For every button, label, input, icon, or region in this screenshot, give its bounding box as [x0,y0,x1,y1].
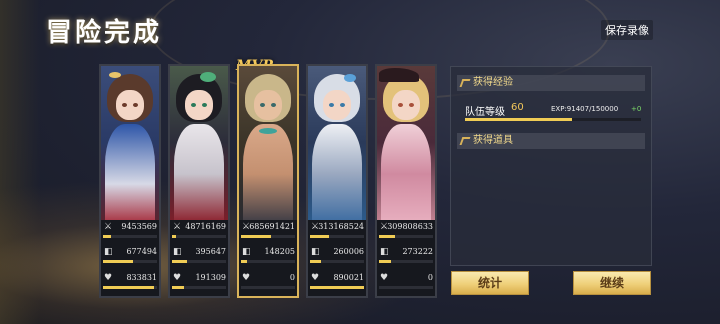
damage-dealt-row: ⚔ 309808633 [377,220,435,246]
damage-dealt-value: 313168524 [318,222,364,231]
damage-bar [172,235,177,238]
damage-taken-value: 273222 [402,247,433,256]
damage-taken-row: ◧ 273222 [377,245,435,271]
damage-dealt-row: ⚔ 685691421 [239,220,297,246]
taken-bar [379,260,391,263]
healing-value: 0 [289,273,295,282]
sword-icon: ⚔ [104,222,113,232]
damage-bar [310,235,329,238]
healing-row: ♥ 0 [239,271,297,296]
healing-value: 0 [427,273,433,282]
hero-stats: ⚔ 48716169 ◧ 395647 ♥ 191309 [170,220,228,296]
exp-gain: +0 [631,105,642,113]
hero-card-3[interactable]: ⚔ 685691421 ◧ 148205 ♥ 0 [237,64,299,298]
damage-taken-value: 677494 [126,247,157,256]
damage-bar [103,235,111,238]
exp-value: EXP:91407/150000 [551,105,619,113]
hero-card-4[interactable]: ⚔ 313168524 ◧ 260006 ♥ 890021 [306,64,368,298]
healing-value: 191309 [195,273,226,282]
heart-icon: ♥ [104,273,113,283]
shield-icon: ◧ [380,247,389,257]
damage-taken-row: ◧ 677494 [101,245,159,271]
sword-icon: ⚔ [173,222,182,232]
heart-icon: ♥ [311,273,320,283]
chevron-icon [459,137,471,145]
rewards-panel: 获得经验 队伍等级 60 EXP:91407/150000 +0 获得道具 [450,66,652,266]
healing-value: 890021 [333,273,364,282]
heal-bar [172,286,184,289]
hero-stats: ⚔ 313168524 ◧ 260006 ♥ 890021 [308,220,366,296]
damage-taken-row: ◧ 260006 [308,245,366,271]
chevron-icon [459,79,471,87]
damage-bar [379,235,396,238]
items-section-header: 获得道具 [457,133,645,149]
taken-bar [310,260,321,263]
hero-portrait [170,66,228,220]
exp-bar-fill [465,118,573,121]
healing-row: ♥ 890021 [308,271,366,296]
damage-taken-value: 148205 [264,247,295,256]
damage-bar [241,235,271,238]
hero-portrait [377,66,435,220]
continue-button[interactable]: 继续 [573,271,651,295]
taken-bar [103,260,133,263]
heart-icon: ♥ [380,273,389,283]
hero-card-1[interactable]: ⚔ 9453569 ◧ 677494 ♥ 833831 [99,64,161,298]
damage-taken-value: 395647 [195,247,226,256]
healing-row: ♥ 191309 [170,271,228,296]
heart-icon: ♥ [173,273,182,283]
damage-dealt-value: 685691421 [249,222,295,231]
hero-stats: ⚔ 9453569 ◧ 677494 ♥ 833831 [101,220,159,296]
healing-row: ♥ 0 [377,271,435,296]
heal-bar [310,286,364,289]
taken-bar [172,260,188,263]
damage-taken-value: 260006 [333,247,364,256]
hero-card-5[interactable]: ⚔ 309808633 ◧ 273222 ♥ 0 [375,64,437,298]
damage-dealt-value: 48716169 [185,222,226,231]
damage-dealt-value: 9453569 [121,222,157,231]
save-recording-button[interactable]: 保存录像 [601,20,653,40]
shield-icon: ◧ [242,247,251,257]
heal-bar [103,286,155,289]
damage-dealt-value: 309808633 [387,222,433,231]
damage-dealt-row: ⚔ 313168524 [308,220,366,246]
heart-icon: ♥ [242,273,251,283]
hero-stats: ⚔ 685691421 ◧ 148205 ♥ 0 [239,220,297,296]
damage-taken-row: ◧ 395647 [170,245,228,271]
hero-portrait [308,66,366,220]
shield-icon: ◧ [173,247,182,257]
team-level-value: 60 [511,102,524,113]
hero-stats: ⚔ 309808633 ◧ 273222 ♥ 0 [377,220,435,296]
team-level-label: 队伍等级 [465,107,505,118]
page-title: 冒险完成 [46,18,163,48]
items-section-title: 获得道具 [473,135,513,146]
stats-button[interactable]: 统计 [451,271,529,295]
shield-icon: ◧ [311,247,320,257]
hero-portrait [239,66,297,220]
damage-dealt-row: ⚔ 48716169 [170,220,228,246]
hero-portrait [101,66,159,220]
damage-dealt-row: ⚔ 9453569 [101,220,159,246]
hero-card-2[interactable]: ⚔ 48716169 ◧ 395647 ♥ 191309 [168,64,230,298]
exp-bar [465,118,641,121]
damage-taken-row: ◧ 148205 [239,245,297,271]
shield-icon: ◧ [104,247,113,257]
healing-value: 833831 [126,273,157,282]
taken-bar [241,260,248,263]
exp-section-title: 获得经验 [473,77,513,88]
healing-row: ♥ 833831 [101,271,159,296]
exp-section-header: 获得经验 [457,75,645,91]
